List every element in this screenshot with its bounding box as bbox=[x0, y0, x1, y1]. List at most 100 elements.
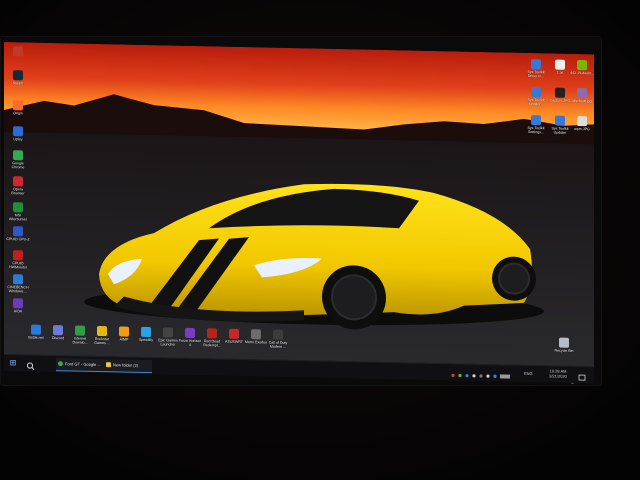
desktop-icon-label: Sys Toolkit Updater bbox=[551, 126, 569, 135]
desktop-icon-text-file[interactable]: 1.txt bbox=[548, 59, 572, 75]
start-button[interactable]: ⊞ bbox=[8, 357, 18, 369]
forza-icon bbox=[185, 327, 195, 339]
desktop-icon-monitor[interactable]: Sys Toolkit Monitor... bbox=[524, 87, 548, 107]
desktop-icon-epic-games[interactable]: Epic Games Launcher bbox=[156, 327, 180, 347]
desktop-icon-hwmonitor[interactable]: CPUID HWMonitor bbox=[6, 250, 30, 270]
desktop-icon-uplay[interactable]: Uplay bbox=[6, 126, 30, 142]
desktop-icon-cod[interactable]: Call of Duty Modern ... bbox=[266, 329, 290, 349]
battlenet-icon bbox=[31, 324, 41, 335]
rdr-icon bbox=[207, 328, 217, 339]
rear-wheel-rim bbox=[498, 262, 530, 295]
search-icon bbox=[26, 362, 35, 370]
desktop-icon-speedify[interactable]: Speedify bbox=[134, 326, 158, 343]
cinebench-icon bbox=[13, 274, 23, 285]
cpuz-icon bbox=[13, 226, 23, 237]
aimp-icon bbox=[119, 326, 129, 337]
clock[interactable]: 10:28 AM 3/21/2020 bbox=[544, 368, 572, 381]
desktop-icon-label: wpm.JPG bbox=[574, 126, 590, 132]
taskbar-item-folder[interactable]: New folder (2) bbox=[104, 359, 152, 374]
rockstar-icon bbox=[97, 325, 107, 337]
app-icon bbox=[13, 46, 23, 57]
desktop-icon-idm[interactable]: Internet Downlo... bbox=[68, 325, 92, 345]
desktop-icon-label: CPUID CPU-Z bbox=[6, 237, 30, 242]
desktop-icon-label: Origin bbox=[13, 111, 23, 116]
chrome-icon bbox=[58, 361, 63, 367]
monitor-screen: Steam Origin Uplay Google Chrome Opera B… bbox=[4, 42, 594, 386]
desktop-icon-msi-afterburner[interactable]: MSI Afterburner bbox=[6, 202, 30, 222]
desktop-icon-rockstar[interactable]: Rockstar Games ... bbox=[90, 325, 114, 346]
desktop-icon-forza[interactable]: Forza Horizon 4 bbox=[178, 327, 202, 348]
desktop-wallpaper bbox=[4, 42, 594, 375]
desktop-icon-recycle-bin[interactable]: Recycle Bin bbox=[552, 337, 576, 353]
image-file-icon bbox=[577, 116, 587, 127]
desktop-icon-settings[interactable]: Sys Toolkit Settings... bbox=[524, 115, 548, 135]
desktop-icon-label: Steam bbox=[12, 81, 24, 86]
system-tray-icons[interactable] bbox=[450, 366, 514, 379]
front-wheel-rim bbox=[331, 274, 377, 321]
desktop-icon-cpuz[interactable]: CPUID CPU-Z bbox=[6, 226, 30, 242]
desktop-icon-dfschedl[interactable]: dfschedl.jpg bbox=[570, 88, 594, 104]
desktop-icon[interactable] bbox=[6, 46, 30, 58]
desktop-icon-battlenet[interactable]: Battle.net bbox=[24, 324, 48, 340]
notification-icon bbox=[578, 374, 586, 381]
tray-icons bbox=[451, 373, 510, 379]
desktop-icon-steam[interactable]: Steam bbox=[6, 70, 30, 86]
desktop-icon-label: 442.19-deskt... bbox=[570, 70, 594, 76]
desktop-icon-label: Epic Games Launcher bbox=[158, 338, 178, 347]
search-button[interactable] bbox=[24, 357, 38, 370]
desktop-icon-label: 1.txt bbox=[556, 70, 564, 75]
windows-icon: ⊞ bbox=[9, 358, 17, 368]
desktop-icon-label: Opera Browser bbox=[11, 187, 25, 196]
desktop-icon-aimp[interactable]: AIMP bbox=[112, 326, 136, 342]
desktop-icon-updater[interactable]: Sys Toolkit Updater bbox=[548, 115, 572, 135]
asus-icon bbox=[229, 328, 239, 339]
desktop-icon-label: Sys Toolkit Settings... bbox=[527, 125, 545, 135]
settings-icon bbox=[531, 115, 541, 126]
desktop-icon-chrome[interactable]: Google Chrome bbox=[6, 150, 30, 170]
nvidia-icon bbox=[577, 60, 587, 71]
desktop-icon-cinebench[interactable]: CINEBENCH Windows ... bbox=[6, 274, 30, 294]
folder-icon bbox=[106, 362, 111, 368]
desktop-icon-opera[interactable]: Opera Browser bbox=[6, 176, 30, 196]
desktop-icon-label: Battle.net bbox=[28, 335, 44, 340]
desktop-icon-label: Sys Toolkit Monitor... bbox=[527, 97, 545, 107]
desktop-icon-nvidia[interactable]: 442.19-deskt... bbox=[570, 60, 594, 76]
clock-date: 3/21/2020 bbox=[549, 373, 567, 379]
notifications-button[interactable] bbox=[578, 369, 586, 381]
desktop-icon-label: Speedify bbox=[139, 337, 153, 343]
desktop-icon-label: dfschedl.jpg bbox=[572, 98, 592, 104]
desktop-icon-label: Google Chrome bbox=[11, 161, 25, 170]
desktop-icon-label: AIMP bbox=[119, 337, 129, 342]
discord-icon bbox=[53, 325, 63, 336]
language-indicator[interactable]: ENG bbox=[524, 371, 533, 383]
desktop-icon-wpm[interactable]: wpm.JPG bbox=[570, 116, 594, 132]
desktop-icon-aida[interactable]: AIDA bbox=[6, 298, 30, 314]
cod-icon bbox=[273, 329, 283, 340]
hwmonitor-icon bbox=[13, 250, 23, 261]
driver-icon bbox=[531, 59, 541, 70]
desktop-icon-discord[interactable]: Discord bbox=[46, 325, 70, 341]
desktop-icon-capture[interactable]: Capture.JPG bbox=[548, 87, 572, 103]
epic-games-icon bbox=[163, 327, 173, 338]
uplay-icon bbox=[13, 126, 23, 137]
desktop-icon-label: Call of Duty Modern ... bbox=[268, 340, 288, 350]
image-file-icon bbox=[577, 88, 587, 99]
taskbar-item-chrome[interactable]: Ford GT - Google ... bbox=[56, 358, 104, 373]
desktop-icon-rdr[interactable]: Red Dead Redempt... bbox=[200, 328, 224, 348]
monitor-icon bbox=[531, 87, 541, 98]
chrome-icon bbox=[13, 150, 23, 161]
recycle-bin-icon bbox=[559, 337, 569, 348]
desktop-icon-asus[interactable]: ASUSWRT bbox=[222, 328, 246, 345]
desktop-icon-label: CINEBENCH Windows ... bbox=[7, 285, 29, 294]
desktop-icon-label: Forza Horizon 4 bbox=[178, 338, 202, 348]
desktop-icon-label: Uplay bbox=[13, 137, 23, 142]
desktop-icon-metro[interactable]: Metro Exodus bbox=[244, 329, 268, 345]
desktop-icon-driver[interactable]: Sys Toolkit Driver In... bbox=[524, 59, 548, 79]
aida-icon bbox=[13, 298, 23, 309]
desktop-icon-origin[interactable]: Origin bbox=[6, 100, 30, 116]
idm-icon bbox=[75, 325, 85, 336]
desktop-icon-label: Rockstar Games ... bbox=[94, 336, 110, 346]
metro-icon bbox=[251, 329, 261, 340]
desktop-icon-label: Recycle Bin bbox=[554, 348, 574, 353]
updater-icon bbox=[555, 115, 565, 126]
